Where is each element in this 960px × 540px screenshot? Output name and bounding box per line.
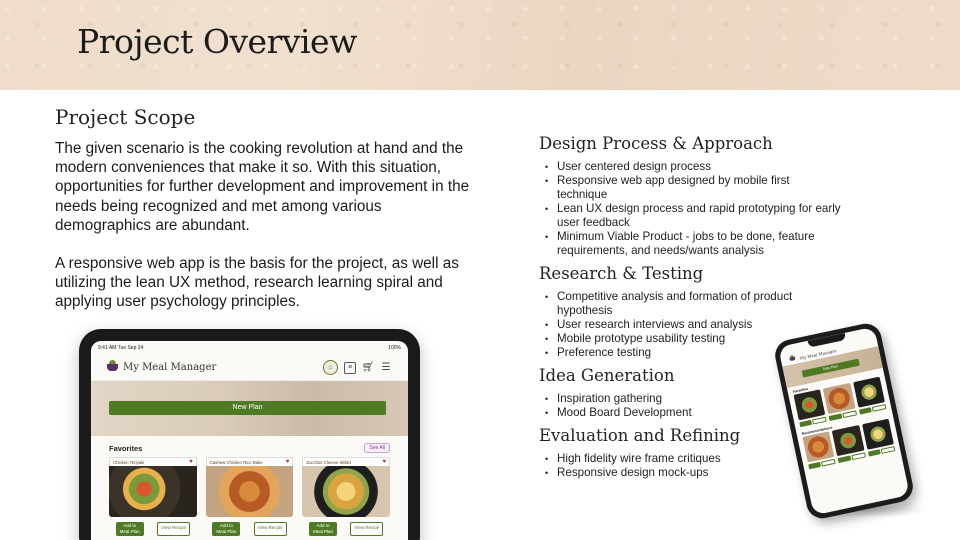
new-plan-button[interactable]: New Plan	[109, 401, 386, 415]
recipe-card[interactable]: Zucchini Cheese Skillet ♥ Add to Meal Pl…	[302, 457, 391, 536]
add-to-meal-plan-button[interactable]: Add to Meal Plan	[309, 522, 338, 536]
scope-paragraph-2: A responsive web app is the basis for th…	[55, 255, 459, 311]
app-name: My Meal Manager	[123, 362, 217, 373]
recipe-card[interactable]: Chicken Teriyaki ♥ Add to Meal Plan View…	[109, 457, 197, 536]
recipe-image	[205, 466, 294, 517]
view-recipe-button[interactable]: View Recipe	[253, 522, 287, 536]
recipe-card-header: Chicken Teriyaki ♥	[109, 457, 197, 466]
tablet-status-bar: 9:41 AM Tue Sep 24 100%	[91, 341, 408, 355]
phone-recipe-card[interactable]	[852, 376, 885, 408]
bullet-item: User centered design process	[543, 160, 843, 174]
recipe-card-actions: Add to Meal Plan View Recipe	[302, 522, 390, 536]
header-band: Project Overview	[0, 0, 960, 90]
section-title-idea-generation: Idea Generation	[539, 366, 675, 385]
design-process-bullets: User centered design process Responsive …	[543, 160, 843, 258]
bullet-item: Responsive web app designed by mobile fi…	[543, 174, 843, 202]
favorites-title: Favorites	[109, 443, 143, 453]
phone-body: My Meal Manager New Plan Favorites Recom…	[772, 320, 916, 522]
cart-icon[interactable]: 🛒︎	[362, 362, 375, 374]
section-title-evaluation: Evaluation and Refining	[539, 426, 741, 445]
recipe-name: Zucchini Cheese Skillet	[306, 459, 352, 465]
view-recipe-button[interactable]: View Recipe	[350, 522, 384, 536]
scope-heading: Project Scope	[55, 105, 196, 129]
bullet-item: User research interviews and analysis	[543, 318, 843, 332]
bullet-item: Lean UX design process and rapid prototy…	[543, 202, 843, 230]
tablet-mockup: 9:41 AM Tue Sep 24 100% My Meal Manager …	[79, 329, 420, 540]
status-battery: 100%	[388, 345, 401, 351]
tablet-screen: 9:41 AM Tue Sep 24 100% My Meal Manager …	[91, 341, 408, 540]
see-all-button[interactable]: See All	[364, 443, 390, 453]
add-to-meal-plan-button[interactable]: Add to Meal Plan	[115, 522, 144, 536]
pot-icon	[107, 360, 118, 371]
recipe-image	[109, 466, 197, 517]
recipe-book-icon[interactable]: ≡	[344, 361, 356, 374]
nav-icons: ⌂ ≡ 🛒︎ ☰	[323, 360, 392, 375]
favorites-header: Favorites See All	[91, 436, 408, 457]
phone-recipe-card[interactable]	[861, 418, 894, 450]
phone-screen: My Meal Manager New Plan Favorites Recom…	[778, 326, 910, 516]
recipe-name: Cashew Chicken Rice Bake	[209, 459, 263, 465]
recipe-card-header: Zucchini Cheese Skillet ♥	[302, 457, 391, 466]
menu-icon[interactable]: ☰	[380, 362, 392, 374]
heart-icon[interactable]: ♥	[382, 459, 386, 465]
home-icon[interactable]: ⌂	[323, 360, 338, 375]
add-to-meal-plan-button[interactable]: Add to Meal Plan	[212, 522, 241, 536]
pot-icon	[789, 356, 796, 362]
phone-recipe-card[interactable]	[793, 389, 826, 421]
section-title-design-process: Design Process & Approach	[539, 134, 773, 153]
app-logo[interactable]: My Meal Manager	[107, 360, 217, 373]
phone-recipe-card[interactable]	[832, 425, 865, 457]
recipe-name: Chicken Teriyaki	[113, 459, 145, 465]
recipe-card[interactable]: Cashew Chicken Rice Bake ♥ Add to Meal P…	[205, 457, 294, 536]
section-title-research-testing: Research & Testing	[539, 264, 704, 283]
recipe-card-actions: Add to Meal Plan View Recipe	[109, 522, 197, 536]
recipe-card-header: Cashew Chicken Rice Bake ♥	[205, 457, 294, 466]
status-time: 9:41 AM Tue Sep 24	[98, 345, 144, 351]
view-recipe-button[interactable]: View Recipe	[157, 522, 190, 536]
phone-recipe-card[interactable]	[802, 431, 835, 463]
favorites-cards: Chicken Teriyaki ♥ Add to Meal Plan View…	[91, 457, 408, 536]
bullet-item: Minimum Viable Product - jobs to be done…	[543, 230, 843, 258]
recipe-image	[302, 466, 391, 517]
page-title: Project Overview	[77, 22, 357, 61]
bullet-item: Competitive analysis and formation of pr…	[543, 290, 843, 318]
recipe-card-actions: Add to Meal Plan View Recipe	[206, 522, 294, 536]
hero-banner: New Plan	[91, 381, 408, 436]
heart-icon[interactable]: ♥	[286, 459, 290, 465]
scope-paragraph-1: The given scenario is the cooking revolu…	[55, 140, 470, 234]
tablet-nav-bar: My Meal Manager ⌂ ≡ 🛒︎ ☰	[91, 355, 408, 381]
phone-mockup: My Meal Manager New Plan Favorites Recom…	[772, 320, 916, 522]
heart-icon[interactable]: ♥	[189, 459, 193, 465]
phone-recipe-card[interactable]	[823, 382, 856, 415]
